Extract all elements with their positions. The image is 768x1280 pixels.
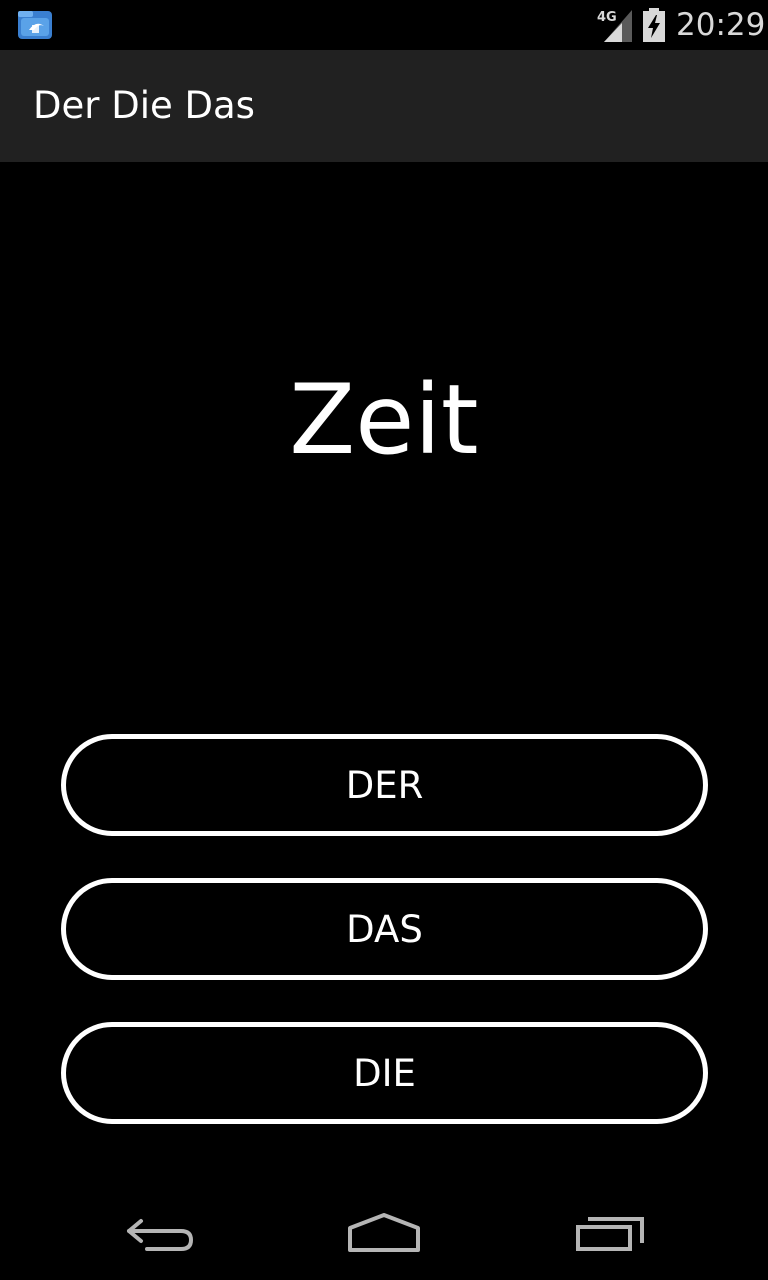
- recents-button[interactable]: [560, 1200, 660, 1270]
- signal-icon: 4G: [596, 8, 634, 42]
- back-icon: [125, 1213, 195, 1257]
- recents-icon: [574, 1213, 646, 1257]
- die-button[interactable]: DIE: [61, 1022, 708, 1124]
- quiz-word: Zeit: [289, 364, 479, 476]
- file-manager-notification-icon: [17, 8, 55, 42]
- der-button[interactable]: DER: [61, 734, 708, 836]
- status-clock: 20:29: [676, 7, 766, 43]
- die-button-label: DIE: [353, 1051, 416, 1095]
- das-button-label: DAS: [346, 907, 423, 951]
- das-button[interactable]: DAS: [61, 878, 708, 980]
- back-button[interactable]: [110, 1200, 210, 1270]
- network-type-label: 4G: [597, 10, 617, 25]
- home-icon: [346, 1212, 422, 1258]
- der-button-label: DER: [345, 763, 424, 807]
- app-title: Der Die Das: [33, 84, 255, 127]
- home-button[interactable]: [334, 1200, 434, 1270]
- battery-charging-icon: [642, 8, 666, 42]
